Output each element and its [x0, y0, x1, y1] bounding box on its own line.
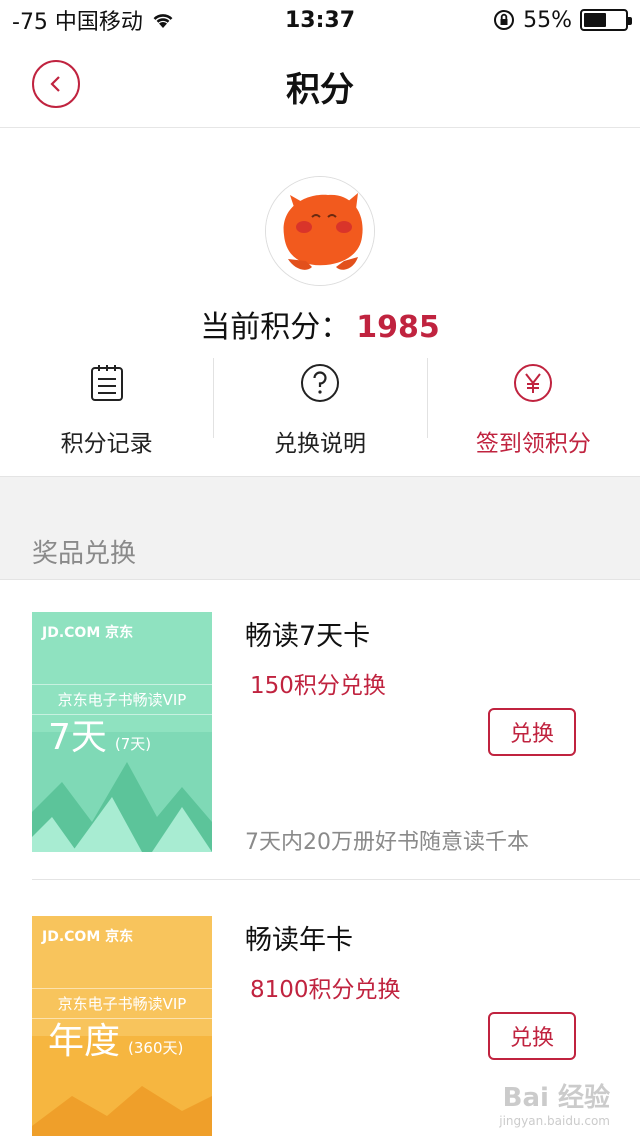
product-price: 150积分兑换 [250, 673, 386, 699]
watermark-sub: jingyan.baidu.com [499, 1114, 610, 1128]
list-icon [86, 362, 128, 404]
product-description: 7天内20万册好书随意读千本 [245, 830, 529, 855]
points-line: 当前积分： 1985 [0, 302, 640, 346]
exchange-info-action[interactable]: 兑换说明 [213, 358, 426, 462]
status-bar: -75 中国移动 13:37 55% [0, 0, 640, 40]
carrier-signal: -75 中国移动 [12, 10, 143, 35]
product-name: 畅读年卡 [245, 925, 353, 956]
redeem-button[interactable]: 兑换 [488, 708, 576, 756]
product-thumbnail: JD.COM 京东 京东电子书畅读VIP 7天 (7天) [32, 612, 212, 852]
action-label-records: 积分记录 [60, 431, 153, 457]
watermark-text: Bai 经验 [502, 1083, 610, 1113]
section-title: 奖品兑换 [32, 539, 137, 569]
question-icon [299, 362, 341, 404]
thumb-brand: JD.COM 京东 [42, 625, 134, 641]
section-header: 奖品兑换 [0, 476, 640, 580]
battery-level [584, 13, 606, 27]
baidu-watermark: Bai 经验 jingyan.baidu.com [499, 1077, 610, 1128]
avatar [265, 176, 375, 286]
page-title: 积分 [286, 70, 354, 110]
thumb-duration-small: (7天) [114, 735, 152, 753]
checkin-points-action[interactable]: 签到领积分 [426, 358, 640, 462]
battery-percent: 55% [523, 7, 572, 33]
wifi-icon [153, 14, 173, 28]
rotation-lock-icon [494, 10, 515, 30]
status-left: -75 中国移动 [12, 4, 175, 36]
thumb-duration: 年度 (360天) [48, 1012, 183, 1064]
points-label: 当前积分： [200, 310, 351, 345]
thumb-duration-big: 年度 [48, 1021, 121, 1062]
thumb-duration-big: 7天 [48, 717, 107, 758]
thumb-brand: JD.COM 京东 [42, 929, 134, 945]
action-label-checkin: 签到领积分 [475, 431, 591, 457]
status-right: 55% [493, 7, 632, 33]
battery-icon [580, 9, 632, 31]
action-bar: 积分记录 兑换说明 签到领积分 [0, 358, 640, 462]
product-item[interactable]: JD.COM 京东 京东电子书畅读VIP 7天 (7天) 畅读7天卡 150积分兑… [0, 580, 640, 880]
action-label-info: 兑换说明 [273, 431, 366, 457]
nav-bar: 积分 [0, 40, 640, 128]
divider [32, 879, 640, 880]
points-record-action[interactable]: 积分记录 [0, 358, 213, 462]
avatar-image [266, 177, 374, 285]
product-thumbnail: JD.COM 京东 京东电子书畅读VIP 年度 (360天) [32, 916, 212, 1136]
redeem-button[interactable]: 兑换 [488, 1012, 576, 1060]
yen-icon [512, 362, 554, 404]
points-value: 1985 [356, 310, 440, 345]
thumb-duration-small: (360天) [128, 1039, 184, 1057]
product-name: 畅读7天卡 [245, 621, 371, 652]
thumb-duration: 7天 (7天) [48, 708, 151, 760]
product-price: 8100积分兑换 [250, 977, 401, 1003]
